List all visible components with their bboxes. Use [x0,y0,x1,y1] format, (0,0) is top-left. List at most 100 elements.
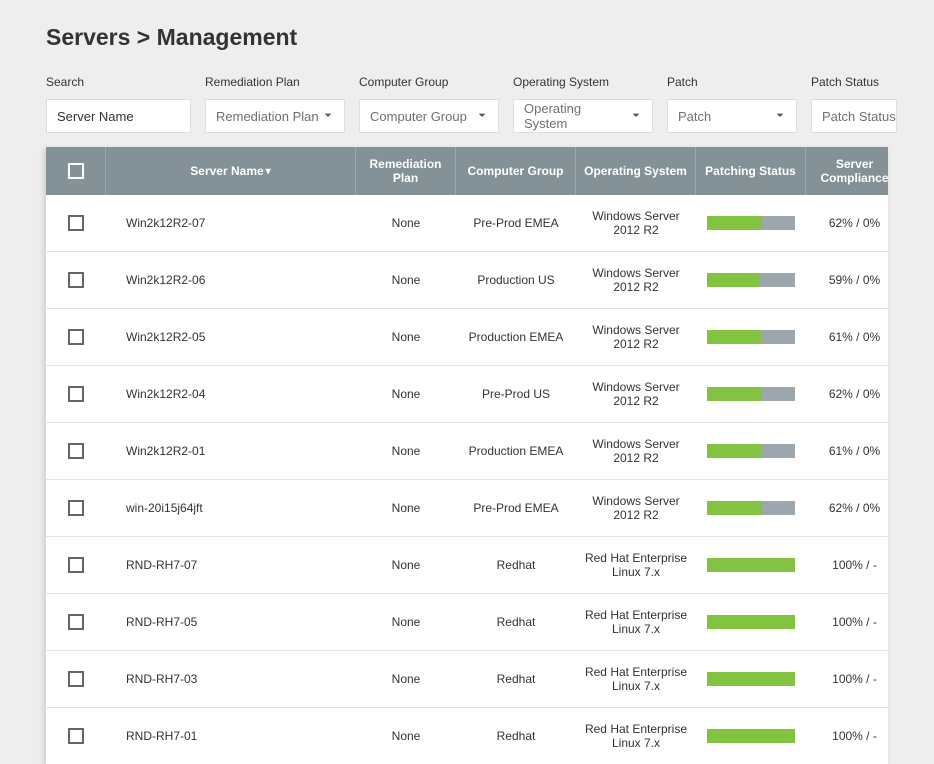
cell-os: Windows Server 2012 R2 [576,252,696,308]
patch-dropdown-text: Patch [678,109,711,124]
row-checkbox-cell [46,714,106,758]
cell-server-name: win-20i15j64jft [106,487,356,529]
filters-bar: Search Remediation Plan Remediation Plan… [46,75,888,133]
row-checkbox-cell [46,543,106,587]
cell-compliance: 100% / - [806,658,903,700]
table-row: Win2k12R2-04 None Pre-Prod US Windows Se… [46,366,888,423]
cell-patch [696,487,806,529]
patch-progress-bar [707,216,795,230]
cell-patch [696,658,806,700]
cell-group: Pre-Prod US [456,373,576,415]
servers-table: Server Name▾ Remediation Plan Computer G… [46,147,888,764]
cell-patch [696,601,806,643]
patch-progress-bar [707,501,795,515]
patch-progress-fill [707,216,762,230]
cell-patch [696,544,806,586]
cell-server-name: Win2k12R2-04 [106,373,356,415]
chevron-down-icon [474,107,490,126]
row-checkbox[interactable] [68,557,84,573]
cell-os: Windows Server 2012 R2 [576,423,696,479]
filter-group-label: Computer Group [359,75,499,89]
plan-dropdown[interactable]: Remediation Plan [205,99,345,133]
filter-os-label: Operating System [513,75,653,89]
header-name[interactable]: Server Name▾ [106,147,356,195]
cell-compliance: 100% / - [806,715,903,757]
cell-server-name: RND-RH7-03 [106,658,356,700]
cell-compliance: 62% / 0% [806,373,903,415]
cell-plan: None [356,487,456,529]
page-title: Servers > Management [46,24,888,51]
cell-plan: None [356,715,456,757]
filter-plan-label: Remediation Plan [205,75,345,89]
row-checkbox-cell [46,315,106,359]
row-checkbox[interactable] [68,329,84,345]
table-body: Win2k12R2-07 None Pre-Prod EMEA Windows … [46,195,888,764]
patch-progress-bar [707,273,795,287]
row-checkbox[interactable] [68,500,84,516]
cell-plan: None [356,544,456,586]
status-dropdown[interactable]: Patch Status [811,99,897,133]
cell-patch [696,202,806,244]
patch-progress-bar [707,444,795,458]
cell-plan: None [356,316,456,358]
cell-os: Windows Server 2012 R2 [576,366,696,422]
table-row: Win2k12R2-06 None Production US Windows … [46,252,888,309]
os-dropdown[interactable]: Operating System [513,99,653,133]
row-checkbox[interactable] [68,443,84,459]
cell-compliance: 62% / 0% [806,202,903,244]
row-checkbox[interactable] [68,386,84,402]
patch-progress-bar [707,330,795,344]
cell-server-name: RND-RH7-05 [106,601,356,643]
cell-group: Redhat [456,658,576,700]
cell-plan: None [356,658,456,700]
cell-server-name: Win2k12R2-05 [106,316,356,358]
group-dropdown[interactable]: Computer Group [359,99,499,133]
cell-group: Pre-Prod EMEA [456,202,576,244]
row-checkbox[interactable] [68,671,84,687]
cell-group: Redhat [456,544,576,586]
cell-server-name: Win2k12R2-06 [106,259,356,301]
patch-progress-fill [707,501,762,515]
patch-progress-bar [707,615,795,629]
filter-status-label: Patch Status [811,75,897,89]
header-patch[interactable]: Patching Status [696,147,806,195]
patch-progress-bar [707,729,795,743]
patch-progress-fill [707,273,759,287]
row-checkbox-cell [46,600,106,644]
patch-dropdown[interactable]: Patch [667,99,797,133]
cell-plan: None [356,259,456,301]
cell-os: Windows Server 2012 R2 [576,309,696,365]
cell-compliance: 61% / 0% [806,430,903,472]
cell-os: Red Hat Enterprise Linux 7.x [576,594,696,650]
filter-search-label: Search [46,75,191,89]
plan-dropdown-text: Remediation Plan [216,109,319,124]
header-group[interactable]: Computer Group [456,147,576,195]
cell-group: Redhat [456,715,576,757]
header-os[interactable]: Operating System [576,147,696,195]
filter-patch-label: Patch [667,75,797,89]
cell-group: Production EMEA [456,430,576,472]
table-row: Win2k12R2-07 None Pre-Prod EMEA Windows … [46,195,888,252]
table-row: RND-RH7-01 None Redhat Red Hat Enterpris… [46,708,888,764]
header-plan[interactable]: Remediation Plan [356,147,456,195]
row-checkbox-cell [46,201,106,245]
row-checkbox[interactable] [68,272,84,288]
chevron-down-icon [772,107,788,126]
select-all-checkbox[interactable] [68,163,84,179]
patch-progress-fill [707,615,795,629]
table-row: Win2k12R2-05 None Production EMEA Window… [46,309,888,366]
row-checkbox[interactable] [68,215,84,231]
header-checkbox-cell [46,147,106,195]
cell-server-name: RND-RH7-01 [106,715,356,757]
cell-group: Production EMEA [456,316,576,358]
group-dropdown-text: Computer Group [370,109,467,124]
patch-progress-fill [707,729,795,743]
chevron-down-icon: ▾ [266,166,271,177]
filter-search: Search [46,75,191,133]
search-input[interactable] [46,99,191,133]
row-checkbox[interactable] [68,728,84,744]
row-checkbox[interactable] [68,614,84,630]
header-name-text: Server Name [190,164,263,178]
header-comp[interactable]: Server Compliance [806,147,903,195]
patch-progress-fill [707,672,795,686]
